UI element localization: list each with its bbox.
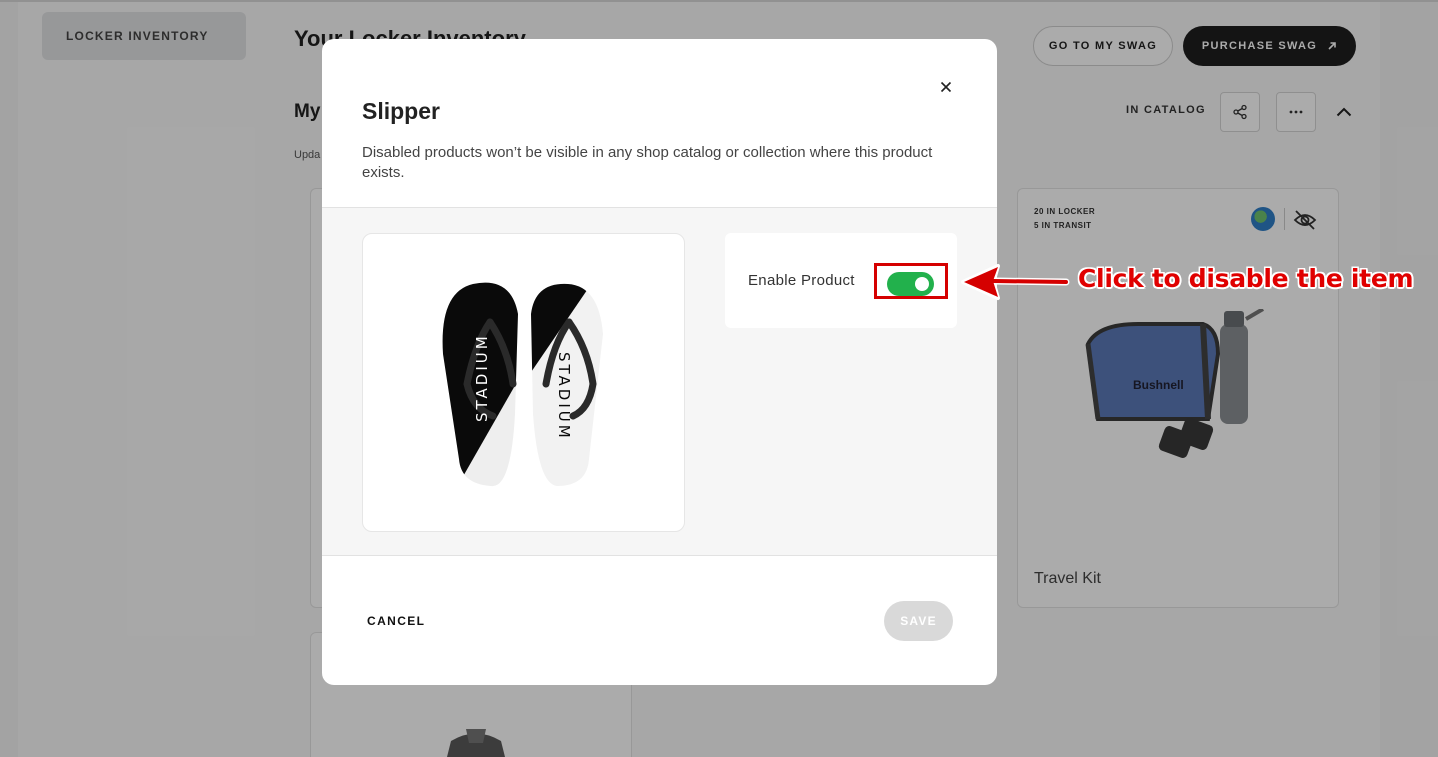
slipper-image: STADIUM STADIUM xyxy=(442,282,603,487)
save-button[interactable]: SAVE xyxy=(884,601,953,641)
product-modal: Slipper Disabled products won’t be visib… xyxy=(322,39,997,685)
slipper-text-left: STADIUM xyxy=(473,333,491,422)
enable-product-label: Enable Product xyxy=(748,272,855,289)
modal-body: STADIUM STADIUM Enable Product xyxy=(322,207,997,556)
slipper-text-right: STADIUM xyxy=(555,352,573,441)
product-image: STADIUM STADIUM xyxy=(362,233,685,532)
annotation-text: Click to disable the item xyxy=(1078,264,1414,293)
toggle-highlight xyxy=(874,263,948,299)
modal-description: Disabled products won’t be visible in an… xyxy=(362,144,933,181)
toggle-knob xyxy=(915,277,929,291)
enable-product-panel: Enable Product xyxy=(725,233,957,328)
close-button[interactable] xyxy=(934,75,958,99)
annotation-arrow-icon xyxy=(961,264,1070,300)
modal-title: Slipper xyxy=(362,98,440,124)
cancel-button[interactable]: CANCEL xyxy=(367,614,425,628)
enable-product-toggle[interactable] xyxy=(887,272,934,296)
close-icon xyxy=(940,81,952,93)
